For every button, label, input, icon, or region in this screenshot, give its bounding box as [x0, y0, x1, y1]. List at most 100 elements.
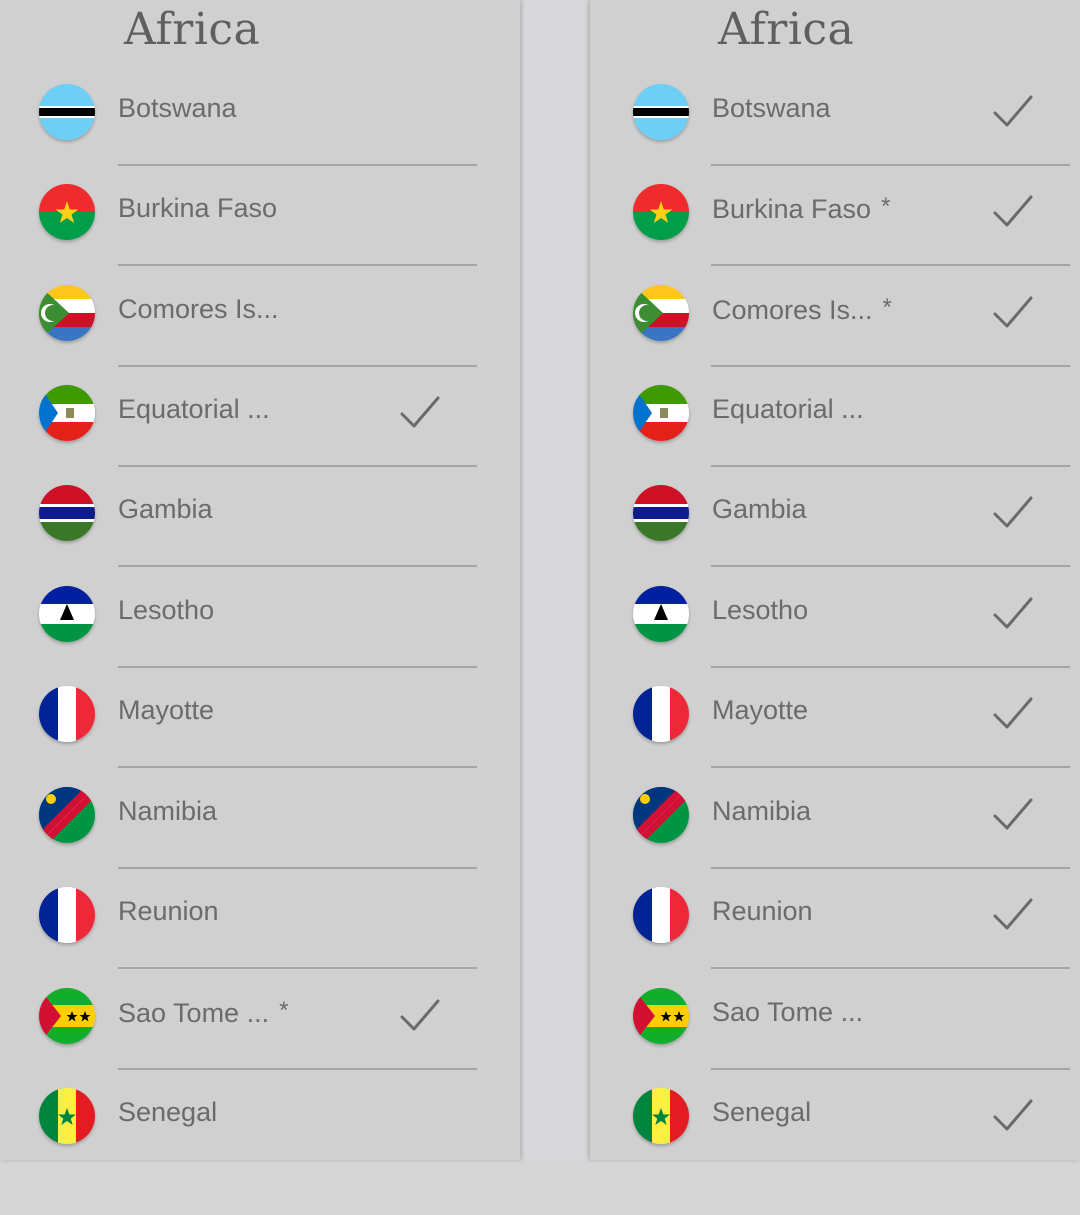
botswana-flag-icon	[39, 84, 95, 140]
country-name: Senegal	[118, 1097, 217, 1128]
country-name-label: Namibia	[118, 796, 218, 826]
region-title: Africa	[718, 4, 855, 55]
country-name: Equatorial ...	[118, 394, 270, 425]
row-divider	[711, 164, 1070, 166]
country-name-label: Sao Tome ...	[118, 998, 270, 1028]
check-icon[interactable]	[991, 691, 1035, 735]
check-icon[interactable]	[398, 993, 442, 1037]
row-divider	[711, 867, 1070, 869]
row-divider	[711, 264, 1070, 266]
check-icon[interactable]	[991, 490, 1035, 534]
check-icon[interactable]	[398, 390, 442, 434]
check-icon[interactable]	[991, 892, 1035, 936]
row-divider	[118, 164, 477, 166]
country-name: Senegal	[712, 1097, 811, 1128]
country-name-label: Senegal	[712, 1097, 812, 1127]
country-name-label: Reunion	[712, 896, 813, 926]
country-name-label: Equatorial ...	[712, 394, 864, 424]
country-name-label: Burkina Faso	[712, 194, 872, 224]
country-name-label: Gambia	[712, 494, 807, 524]
reunion-flag-icon	[39, 887, 95, 943]
burkina-faso-flag-icon	[633, 184, 689, 240]
country-name: Equatorial ...	[712, 394, 864, 425]
equatorial-guinea-flag-icon	[633, 385, 689, 441]
country-name: Burkina Faso	[118, 193, 277, 224]
check-icon[interactable]	[991, 1093, 1035, 1137]
country-name: Burkina Faso *	[712, 193, 890, 225]
mayotte-flag-icon	[633, 686, 689, 742]
sao-tome-flag-icon	[39, 988, 95, 1044]
country-name: Sao Tome ... *	[118, 997, 288, 1029]
favorite-marker: *	[279, 997, 289, 1024]
burkina-faso-flag-icon	[39, 184, 95, 240]
country-row[interactable]: Senegal	[590, 1088, 1080, 1215]
country-name-label: Lesotho	[712, 595, 809, 625]
namibia-flag-icon	[633, 787, 689, 843]
country-name: Mayotte	[118, 695, 214, 726]
country-name: Botswana	[118, 93, 237, 124]
country-name: Namibia	[118, 796, 217, 827]
country-name-label: Lesotho	[118, 595, 215, 625]
country-name: Comores Is... *	[712, 294, 892, 326]
country-name: Lesotho	[712, 595, 808, 626]
country-name-label: Senegal	[118, 1097, 218, 1127]
senegal-flag-icon	[633, 1088, 689, 1144]
check-icon[interactable]	[991, 89, 1035, 133]
row-divider	[118, 766, 477, 768]
country-list-panel-left: Africa Botswana Burkina Faso Comores Is...…	[0, 0, 520, 1160]
country-name-label: Comores Is...	[118, 294, 279, 324]
country-name-label: Namibia	[712, 796, 812, 826]
country-name: Lesotho	[118, 595, 214, 626]
country-name-label: Burkina Faso	[118, 193, 278, 223]
country-name: Reunion	[712, 896, 813, 927]
country-name-label: Sao Tome ...	[712, 997, 864, 1027]
botswana-flag-icon	[633, 84, 689, 140]
row-divider	[711, 365, 1070, 367]
country-name: Botswana	[712, 93, 831, 124]
check-icon[interactable]	[991, 290, 1035, 334]
country-name-label: Comores Is...	[712, 295, 873, 325]
row-divider	[711, 565, 1070, 567]
row-divider	[711, 967, 1070, 969]
row-divider	[711, 666, 1070, 668]
namibia-flag-icon	[39, 787, 95, 843]
country-name: Gambia	[712, 494, 807, 525]
country-name: Gambia	[118, 494, 213, 525]
lesotho-flag-icon	[633, 586, 689, 642]
row-divider	[118, 365, 477, 367]
mayotte-flag-icon	[39, 686, 95, 742]
favorite-marker: *	[882, 294, 892, 321]
country-name: Sao Tome ...	[712, 997, 863, 1028]
row-divider	[118, 967, 477, 969]
reunion-flag-icon	[633, 887, 689, 943]
senegal-flag-icon	[39, 1088, 95, 1144]
country-name-label: Gambia	[118, 494, 213, 524]
gambia-flag-icon	[39, 485, 95, 541]
check-icon[interactable]	[991, 792, 1035, 836]
check-icon[interactable]	[991, 591, 1035, 635]
row-divider	[118, 565, 477, 567]
sao-tome-flag-icon	[633, 988, 689, 1044]
country-name: Mayotte	[712, 695, 808, 726]
country-name: Comores Is...	[118, 294, 279, 325]
country-name: Reunion	[118, 896, 219, 927]
country-name-label: Reunion	[118, 896, 219, 926]
equatorial-guinea-flag-icon	[39, 385, 95, 441]
row-divider	[711, 766, 1070, 768]
country-name-label: Botswana	[118, 93, 237, 123]
row-divider	[118, 264, 477, 266]
row-divider	[711, 1068, 1070, 1070]
region-title: Africa	[124, 4, 261, 55]
comores-flag-icon	[633, 285, 689, 341]
row-divider	[118, 465, 477, 467]
country-list-panel-right: Africa Botswana Burkina Faso * Comores Is..…	[590, 0, 1080, 1160]
favorite-marker: *	[881, 193, 891, 220]
check-icon[interactable]	[991, 189, 1035, 233]
lesotho-flag-icon	[39, 586, 95, 642]
country-row[interactable]: Senegal	[0, 1088, 520, 1215]
country-name: Namibia	[712, 796, 811, 827]
row-divider	[118, 867, 477, 869]
country-name-label: Equatorial ...	[118, 394, 270, 424]
gambia-flag-icon	[633, 485, 689, 541]
comores-flag-icon	[39, 285, 95, 341]
